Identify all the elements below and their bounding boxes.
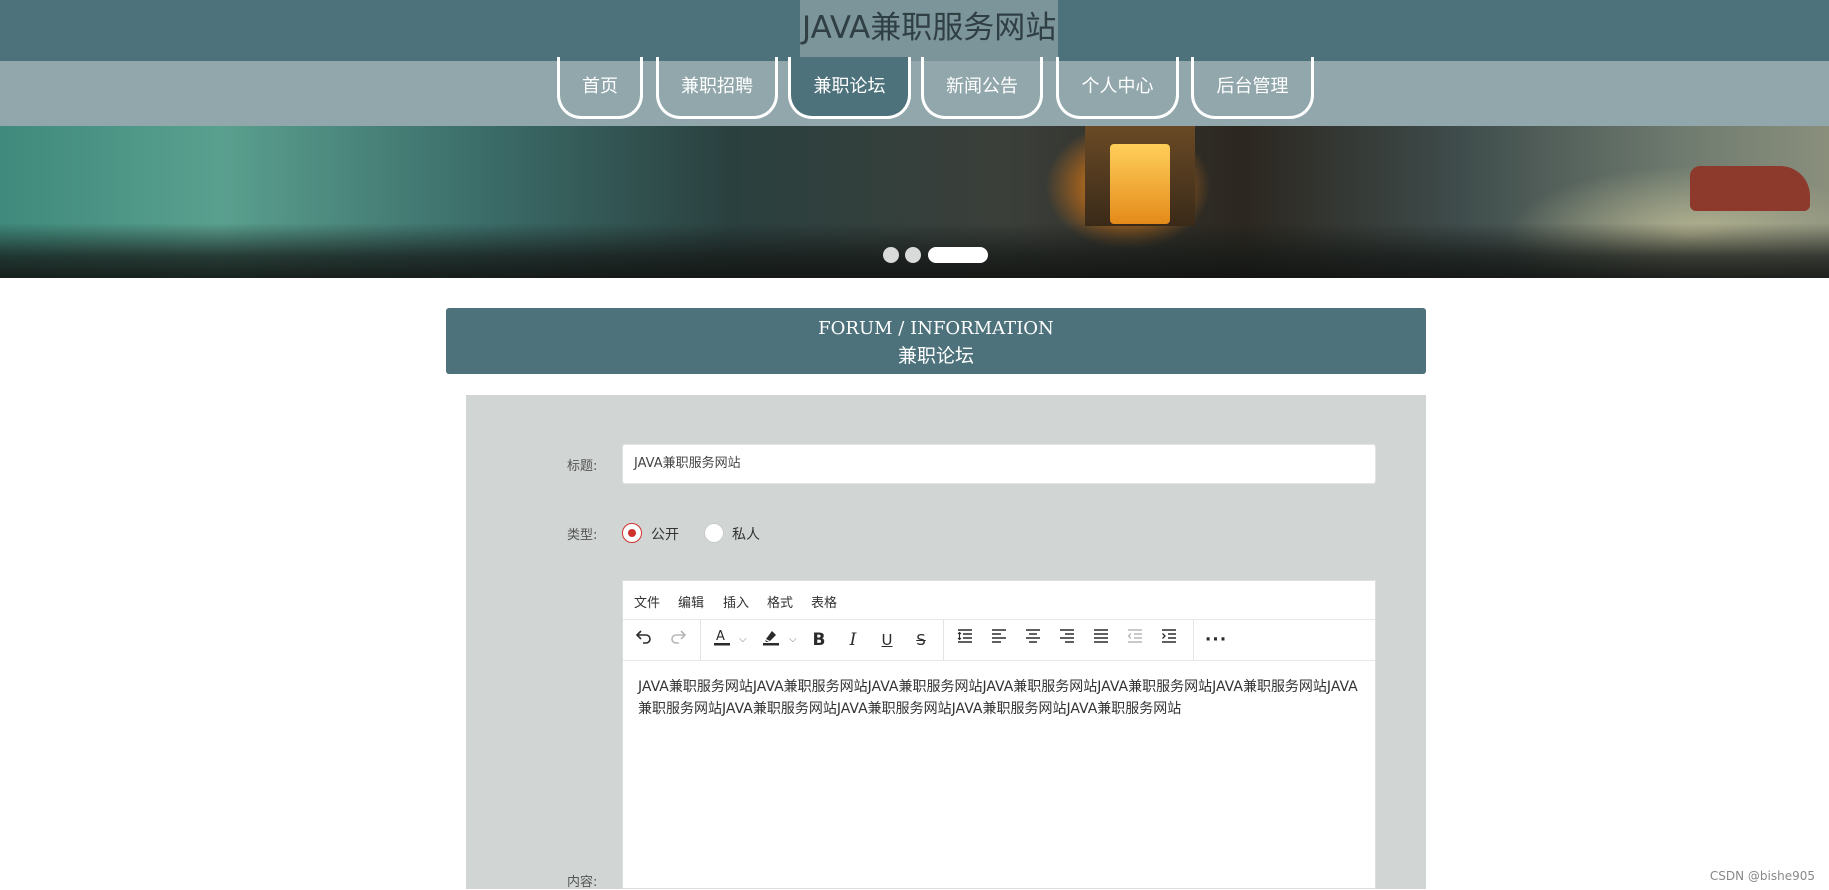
- align-left-icon[interactable]: [986, 627, 1012, 653]
- justify-icon[interactable]: [1088, 627, 1114, 653]
- site-title: JAVA兼职服务网站: [800, 0, 1059, 61]
- nav-item-news[interactable]: 新闻公告: [921, 57, 1043, 119]
- carousel-dot-1[interactable]: [883, 247, 899, 263]
- redo-icon[interactable]: [665, 627, 691, 653]
- toolbar-separator: [1193, 620, 1194, 660]
- align-center-icon[interactable]: [1020, 627, 1046, 653]
- type-radio-public[interactable]: [622, 523, 642, 543]
- nav-item-admin[interactable]: 后台管理: [1191, 57, 1314, 119]
- nav-item-home[interactable]: 首页: [557, 57, 643, 119]
- nav-item-profile[interactable]: 个人中心: [1056, 57, 1179, 119]
- highlight-color-icon[interactable]: [758, 627, 784, 653]
- line-height-icon[interactable]: [952, 627, 978, 653]
- underline-icon[interactable]: U: [874, 627, 900, 653]
- banner-truck-image: [1690, 166, 1810, 211]
- menu-format[interactable]: 格式: [767, 592, 793, 611]
- main-nav: 首页 兼职招聘 兼职论坛 新闻公告 个人中心 后台管理: [0, 57, 1829, 126]
- header-bar: JAVA兼职服务网站: [0, 0, 1829, 61]
- toolbar-separator: [700, 620, 701, 660]
- text-color-icon[interactable]: A: [709, 627, 735, 653]
- editor-menubar: 文件 编辑 插入 格式 表格: [623, 581, 1375, 620]
- type-label: 类型:: [567, 528, 598, 543]
- section-heading: FORUM / INFORMATION 兼职论坛: [446, 308, 1426, 374]
- title-label: 标题:: [567, 459, 598, 474]
- outdent-icon[interactable]: [1122, 627, 1148, 653]
- text-color-dropdown-icon[interactable]: ⌵: [739, 634, 747, 645]
- rich-text-editor: 文件 编辑 插入 格式 表格 A ⌵ ⌵ B I U S ··· JAVA兼职服…: [622, 580, 1376, 889]
- highlight-color-dropdown-icon[interactable]: ⌵: [789, 634, 797, 645]
- watermark-text: CSDN @bishe905: [1709, 869, 1815, 883]
- title-input[interactable]: JAVA兼职服务网站: [622, 444, 1376, 484]
- indent-icon[interactable]: [1156, 627, 1182, 653]
- type-radio-private[interactable]: [704, 523, 724, 543]
- strikethrough-icon[interactable]: S: [908, 627, 934, 653]
- menu-edit[interactable]: 编辑: [678, 592, 704, 611]
- menu-table[interactable]: 表格: [811, 592, 837, 611]
- menu-file[interactable]: 文件: [634, 592, 660, 611]
- section-title-zh: 兼职论坛: [897, 345, 974, 367]
- more-icon[interactable]: ···: [1203, 627, 1229, 653]
- undo-icon[interactable]: [631, 627, 657, 653]
- menu-insert[interactable]: 插入: [723, 592, 749, 611]
- align-right-icon[interactable]: [1054, 627, 1080, 653]
- toolbar-separator: [943, 620, 944, 660]
- editor-toolbar: A ⌵ ⌵ B I U S ···: [623, 620, 1375, 661]
- editor-content[interactable]: JAVA兼职服务网站JAVA兼职服务网站JAVA兼职服务网站JAVA兼职服务网站…: [638, 676, 1363, 720]
- section-title-en: FORUM / INFORMATION: [818, 318, 1054, 339]
- carousel-dot-2[interactable]: [905, 247, 921, 263]
- content-label: 内容:: [567, 875, 598, 890]
- italic-icon[interactable]: I: [840, 627, 866, 653]
- banner-glowing-door-image: [1110, 144, 1170, 224]
- type-radio-private-label[interactable]: 私人: [732, 524, 760, 544]
- svg-text:A: A: [716, 629, 725, 644]
- nav-item-forum[interactable]: 兼职论坛: [788, 57, 911, 119]
- nav-item-jobs[interactable]: 兼职招聘: [656, 57, 778, 119]
- type-radio-public-label[interactable]: 公开: [651, 524, 679, 544]
- carousel-dot-3-active[interactable]: [928, 247, 988, 263]
- bold-icon[interactable]: B: [806, 627, 832, 653]
